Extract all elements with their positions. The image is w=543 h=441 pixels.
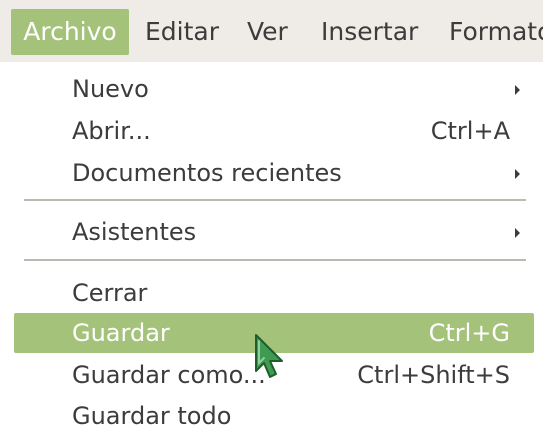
chevron-right-icon: [515, 228, 520, 238]
menu-item-shortcut: Ctrl+G: [428, 319, 510, 347]
chevron-right-icon: [515, 85, 520, 95]
menu-item-label: Asistentes: [72, 218, 197, 246]
menubar: Archivo Editar Ver Insertar Formato: [0, 0, 543, 62]
menu-item-cerrar[interactable]: Cerrar: [14, 273, 534, 313]
menu-item-label: Cerrar: [72, 279, 148, 307]
menu-ver[interactable]: Ver: [247, 9, 288, 55]
menu-editar[interactable]: Editar: [145, 9, 219, 55]
menu-formato[interactable]: Formato: [449, 9, 543, 55]
chevron-right-icon: [515, 169, 520, 179]
menu-separator: [24, 199, 526, 201]
menu-item-documentos-recientes[interactable]: Documentos recientes: [14, 153, 534, 193]
menu-item-label: Nuevo: [72, 75, 149, 103]
menu-insertar[interactable]: Insertar: [321, 9, 418, 55]
menu-item-label: Documentos recientes: [72, 159, 342, 187]
menu-item-label: Guardar todo: [72, 402, 232, 430]
menu-item-label: Guardar como...: [72, 361, 266, 389]
menu-item-asistentes[interactable]: Asistentes: [14, 212, 534, 252]
menu-item-label: Guardar: [72, 319, 170, 347]
menu-item-guardar-todo[interactable]: Guardar todo: [14, 396, 534, 436]
menu-item-abrir[interactable]: Abrir... Ctrl+A: [14, 111, 534, 151]
menu-item-shortcut: Ctrl+Shift+S: [357, 361, 510, 389]
menu-item-label: Abrir...: [72, 117, 151, 145]
menu-item-shortcut: Ctrl+A: [430, 117, 510, 145]
menu-archivo[interactable]: Archivo: [11, 9, 129, 55]
mouse-cursor-icon: [255, 334, 283, 378]
menu-separator: [24, 259, 526, 261]
archivo-dropdown-menu: Nuevo Abrir... Ctrl+A Documentos recient…: [0, 62, 543, 441]
menu-item-nuevo[interactable]: Nuevo: [14, 69, 534, 109]
